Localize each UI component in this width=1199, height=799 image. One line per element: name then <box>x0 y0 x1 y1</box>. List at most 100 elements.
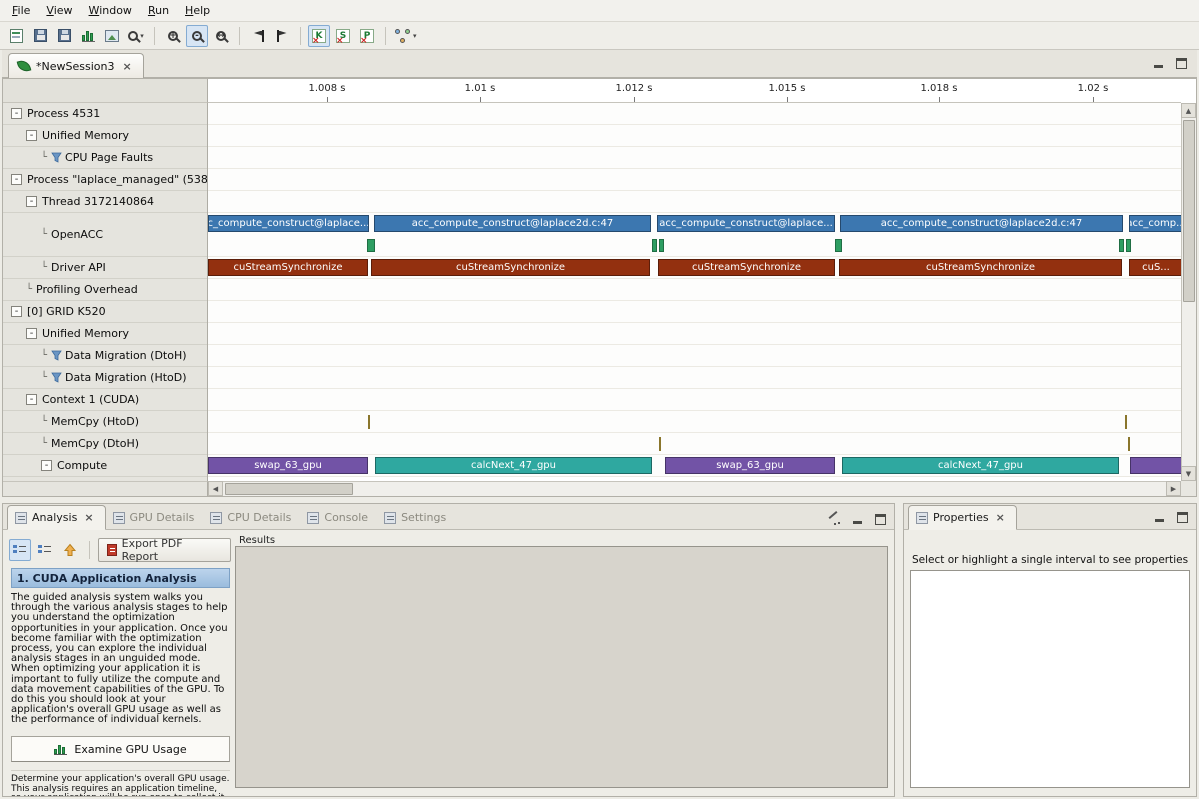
track-memcpy-htod[interactable] <box>208 411 1181 433</box>
timeline-row-compute[interactable]: -Compute <box>3 455 207 477</box>
maximize-panel-icon[interactable] <box>875 514 886 525</box>
tab-analysis[interactable]: Analysis× <box>7 505 106 530</box>
save-timeline-button[interactable] <box>53 25 75 47</box>
openacc-wait-marker[interactable] <box>835 239 842 252</box>
timeline-row-thread-3172140864[interactable]: -Thread 3172140864 <box>3 191 207 213</box>
search-button[interactable]: ▾ <box>125 25 147 47</box>
kernel-toggle-button[interactable]: K <box>308 25 330 47</box>
hscroll-thumb[interactable] <box>225 483 353 495</box>
zoom-out-button[interactable]: - <box>186 25 208 47</box>
tab-settings[interactable]: Settings <box>377 506 455 529</box>
interval-bar[interactable]: cuStreamSynchronize <box>839 259 1122 276</box>
track-unified-memory[interactable] <box>208 125 1181 147</box>
collapse-icon[interactable]: - <box>26 130 37 141</box>
export-pdf-report-button[interactable]: Export PDF Report <box>98 538 231 562</box>
minimize-panel-icon[interactable] <box>852 514 863 525</box>
minimize-view-icon[interactable] <box>1153 58 1164 69</box>
zoom-fit-button[interactable]: ↔ <box>210 25 232 47</box>
track-process-4531[interactable] <box>208 103 1181 125</box>
close-icon[interactable]: × <box>82 511 95 524</box>
dependency-analysis-button[interactable]: ▾ <box>393 25 419 47</box>
process-toggle-button[interactable]: P <box>356 25 378 47</box>
menu-run[interactable]: Run <box>140 1 177 20</box>
scroll-right-icon[interactable]: ▶ <box>1166 481 1181 496</box>
track-openacc[interactable]: c_compute_construct@laplace... acc_comput… <box>208 213 1181 257</box>
track-data-migration-htod[interactable] <box>208 367 1181 389</box>
openacc-wait-marker[interactable] <box>659 239 664 252</box>
track-driver-api[interactable]: cuStreamSynchronizecuStreamSynchronizecu… <box>208 257 1181 279</box>
interval-bar[interactable]: acc_compute_construct@laplace... <box>657 215 835 232</box>
memcpy-interval[interactable] <box>659 437 661 451</box>
timeline-row-data-migration-dtoh[interactable]: └Data Migration (DtoH) <box>3 345 207 367</box>
report-button[interactable] <box>77 25 99 47</box>
track-data-migration-dtoh[interactable] <box>208 345 1181 367</box>
track-cpu-page-faults[interactable] <box>208 147 1181 169</box>
memcpy-interval[interactable] <box>368 415 370 429</box>
tab-gpu-details[interactable]: GPU Details <box>106 506 204 529</box>
interval-bar[interactable]: cuStreamSynchronize <box>658 259 835 276</box>
vertical-scrollbar[interactable]: ▲ ▼ <box>1181 103 1196 481</box>
export-image-button[interactable] <box>101 25 123 47</box>
track-compute[interactable]: swap_63_gpu calcNext_47_gpu swap_63_gpu cal… <box>208 455 1181 477</box>
scroll-left-icon[interactable]: ◀ <box>208 481 223 496</box>
timeline-row-driver-api[interactable]: └Driver API <box>3 257 207 279</box>
memcpy-interval[interactable] <box>1125 415 1127 429</box>
collapse-icon[interactable]: - <box>26 328 37 339</box>
track-context-1-cuda[interactable] <box>208 389 1181 411</box>
tab-cpu-details[interactable]: CPU Details <box>203 506 300 529</box>
timeline-row-data-migration-htod[interactable]: └Data Migration (HtoD) <box>3 367 207 389</box>
next-marker-button[interactable] <box>271 25 293 47</box>
close-icon[interactable]: × <box>120 60 133 73</box>
interval-bar[interactable]: cuStreamSynchronize <box>371 259 650 276</box>
guided-analysis-button[interactable] <box>9 539 31 561</box>
timeline-row-unified-memory[interactable]: -Unified Memory <box>3 323 207 345</box>
timeline-row-memcpy-htod[interactable]: └MemCpy (HtoD) <box>3 411 207 433</box>
interval-bar[interactable]: swap_63_gpu <box>665 457 835 474</box>
collapse-icon[interactable]: - <box>41 460 52 471</box>
interval-bar[interactable]: cuS... <box>1129 259 1181 276</box>
timeline-row-openacc[interactable]: └OpenACC <box>3 213 207 257</box>
collapse-icon[interactable]: - <box>11 174 22 185</box>
collapse-icon[interactable]: - <box>26 394 37 405</box>
timeline-row-profiling-overhead[interactable]: └Profiling Overhead <box>3 279 207 301</box>
timeline-row-cpu-page-faults[interactable]: └CPU Page Faults <box>3 147 207 169</box>
close-icon[interactable]: × <box>994 511 1007 524</box>
track-process-laplace-managed-538[interactable] <box>208 169 1181 191</box>
menu-file[interactable]: File <box>4 1 38 20</box>
timeline-row-process-laplace-managed-538[interactable]: -Process "laplace_managed" (538) <box>3 169 207 191</box>
scroll-down-icon[interactable]: ▼ <box>1181 466 1196 481</box>
timeline-row-0-grid-k520[interactable]: -[0] GRID K520 <box>3 301 207 323</box>
openacc-wait-marker[interactable] <box>1119 239 1124 252</box>
timeline-row-unified-memory[interactable]: -Unified Memory <box>3 125 207 147</box>
save-session-button[interactable] <box>29 25 51 47</box>
track-thread-3172140864[interactable] <box>208 191 1181 213</box>
examine-gpu-usage-button[interactable]: Examine GPU Usage <box>11 736 230 762</box>
vscroll-thumb[interactable] <box>1183 120 1195 302</box>
openacc-wait-marker[interactable] <box>367 239 375 252</box>
interval-bar[interactable]: calcNext_47_gpu <box>375 457 652 474</box>
interval-bar[interactable]: cuStreamSynchronize <box>208 259 368 276</box>
openacc-wait-marker[interactable] <box>1126 239 1131 252</box>
track-memcpy-dtoh[interactable] <box>208 433 1181 455</box>
track-profiling-overhead[interactable] <box>208 279 1181 301</box>
track-unified-memory[interactable] <box>208 323 1181 345</box>
timeline-row-context-1-cuda[interactable]: -Context 1 (CUDA) <box>3 389 207 411</box>
maximize-view-icon[interactable] <box>1176 58 1187 69</box>
new-session-button[interactable] <box>5 25 27 47</box>
interval-bar[interactable]: acc_compute_construct@laplace2d.c:47 <box>374 215 651 232</box>
menu-help[interactable]: Help <box>177 1 218 20</box>
interval-bar[interactable]: swap_63_gpu <box>208 457 368 474</box>
timeline-row-memcpy-dtoh[interactable]: └MemCpy (DtoH) <box>3 433 207 455</box>
interval-bar[interactable]: c_compute_construct@laplace... <box>208 215 369 232</box>
interval-bar[interactable]: calcNext_47_gpu <box>842 457 1119 474</box>
prev-marker-button[interactable] <box>247 25 269 47</box>
horizontal-scrollbar[interactable]: ◀ ▶ <box>208 481 1181 496</box>
timeline-row-process-4531[interactable]: -Process 4531 <box>3 103 207 125</box>
collapse-icon[interactable]: - <box>26 196 37 207</box>
maximize-panel-icon[interactable] <box>1177 512 1188 523</box>
unguided-analysis-button[interactable] <box>34 539 56 561</box>
minimize-panel-icon[interactable] <box>1154 512 1165 523</box>
zoom-in-button[interactable]: + <box>162 25 184 47</box>
tab-properties[interactable]: Properties × <box>908 505 1017 530</box>
interval-bar[interactable]: acc_compute_construct@laplace2d.c:47 <box>840 215 1123 232</box>
